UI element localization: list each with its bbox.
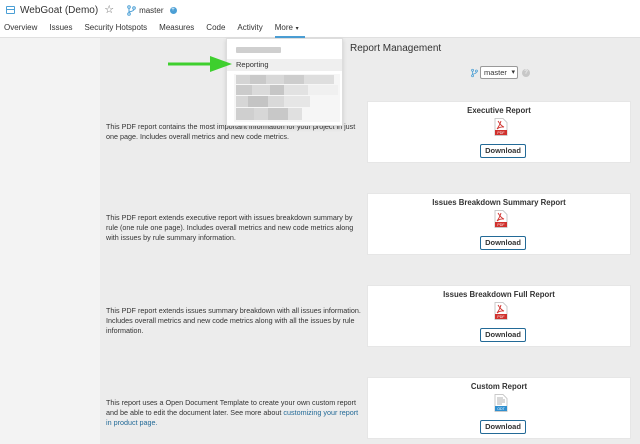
report-card-issues-full: Issues Breakdown Full Report PDF Downloa…	[367, 285, 631, 347]
page-title: Report Management	[350, 43, 442, 54]
top-bar: WebGoat (Demo) ☆ master + Overview Issue…	[0, 0, 640, 38]
nav-activity[interactable]: Activity	[237, 21, 268, 38]
pdf-file-icon: PDF	[494, 118, 508, 136]
project-header: WebGoat (Demo) ☆ master +	[6, 3, 177, 17]
project-icon	[6, 6, 15, 14]
branch-info-icon[interactable]: +	[169, 6, 177, 14]
nav-more[interactable]: More ▾	[274, 21, 305, 38]
nav-measures[interactable]: Measures	[159, 21, 200, 38]
download-button[interactable]: Download	[480, 236, 526, 250]
nav-security-hotspots[interactable]: Security Hotspots	[84, 21, 153, 38]
report-title: Issues Breakdown Full Report	[443, 290, 555, 299]
chevron-down-icon: ▾	[294, 26, 299, 32]
branch-icon	[127, 4, 136, 16]
svg-text:ODT: ODT	[497, 407, 505, 411]
report-description: This report uses a Open Document Templat…	[106, 398, 361, 428]
nav-overview[interactable]: Overview	[4, 21, 43, 38]
blurred-menu-item[interactable]	[236, 47, 281, 53]
nav-more-label: More	[274, 23, 293, 32]
download-button[interactable]: Download	[480, 328, 526, 342]
report-description: This PDF report extends executive report…	[106, 213, 354, 242]
menu-item-reporting[interactable]: Reporting	[227, 59, 342, 71]
branch-selector: master ?	[471, 66, 530, 79]
nav-issues[interactable]: Issues	[49, 21, 78, 38]
branch-name[interactable]: master	[139, 6, 163, 15]
help-icon[interactable]: ?	[522, 68, 530, 77]
blurred-menu-items	[234, 74, 340, 122]
report-card-custom: Custom Report ODT Download	[367, 377, 631, 439]
star-icon[interactable]: ☆	[104, 4, 114, 16]
download-button[interactable]: Download	[480, 420, 526, 434]
svg-text:PDF: PDF	[497, 315, 505, 319]
annotation-arrow-icon	[168, 56, 232, 72]
report-card-issues-summary: Issues Breakdown Summary Report PDF Down…	[367, 193, 631, 255]
svg-text:PDF: PDF	[497, 223, 505, 227]
branch-select[interactable]: master	[480, 66, 518, 79]
nav-code[interactable]: Code	[206, 21, 231, 38]
report-card-executive: Executive Report PDF Download	[367, 101, 631, 163]
report-title: Issues Breakdown Summary Report	[432, 198, 566, 207]
svg-text:PDF: PDF	[497, 131, 505, 135]
pdf-file-icon: PDF	[494, 302, 508, 320]
odt-file-icon: ODT	[494, 394, 508, 412]
more-dropdown-menu: Reporting	[226, 38, 343, 126]
pdf-file-icon: PDF	[494, 210, 508, 228]
report-title: Executive Report	[467, 106, 531, 115]
download-button[interactable]: Download	[480, 144, 526, 158]
report-title: Custom Report	[470, 382, 528, 391]
project-title[interactable]: WebGoat (Demo)	[20, 5, 98, 16]
report-description: This PDF report extends issues summary b…	[106, 306, 361, 335]
project-nav: Overview Issues Security Hotspots Measur…	[4, 21, 311, 38]
branch-icon	[471, 68, 478, 77]
